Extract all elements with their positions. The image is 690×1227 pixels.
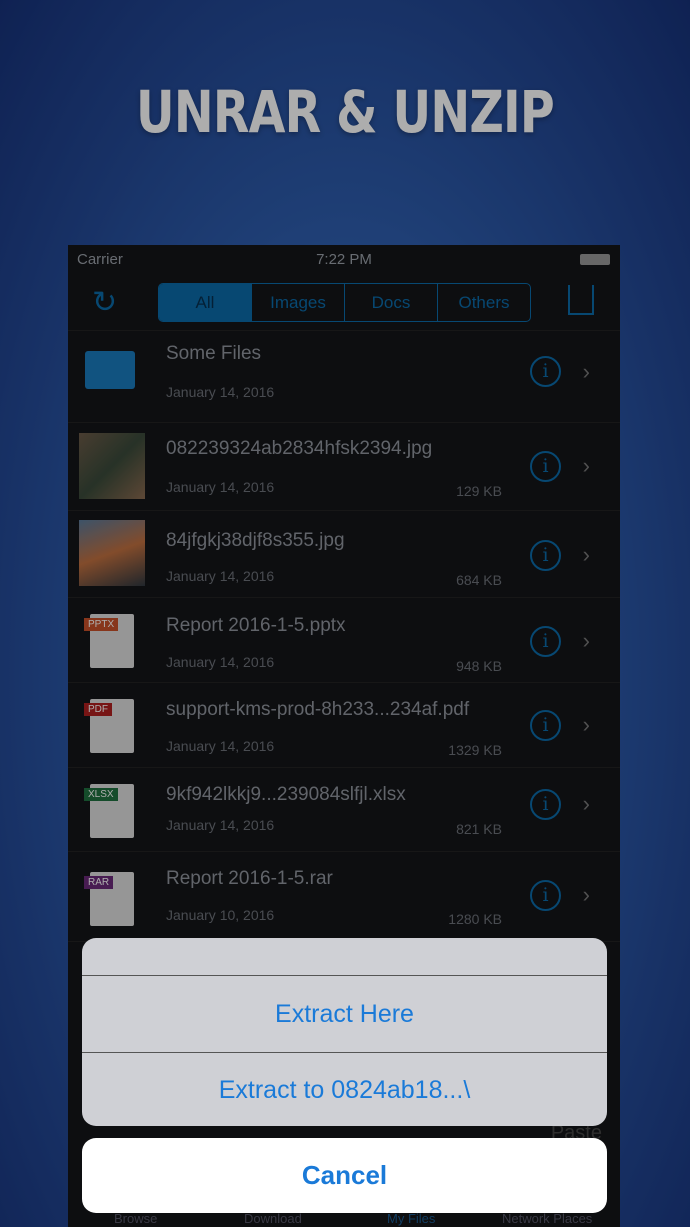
file-size: 948 KB xyxy=(456,658,502,674)
info-icon[interactable]: i xyxy=(530,451,561,482)
info-icon[interactable]: i xyxy=(530,540,561,571)
file-name: Report 2016-1-5.pptx xyxy=(166,615,346,636)
file-name: Report 2016-1-5.rar xyxy=(166,868,333,889)
file-size: 821 KB xyxy=(456,821,502,837)
pptx-file-icon: PPTX xyxy=(84,614,134,668)
refresh-icon[interactable]: ↻ xyxy=(92,285,117,320)
file-name: Some Files xyxy=(166,343,262,364)
tab-all[interactable]: All xyxy=(159,284,251,321)
image-thumbnail xyxy=(79,433,145,499)
chevron-right-icon[interactable]: › xyxy=(583,542,590,568)
tab-others[interactable]: Others xyxy=(437,284,530,321)
chevron-right-icon[interactable]: › xyxy=(583,453,590,479)
tab-images[interactable]: Images xyxy=(251,284,344,321)
tab-browse[interactable]: Browse xyxy=(114,1211,157,1226)
file-row[interactable]: Some Files January 14, 2016 i › xyxy=(68,331,620,423)
share-icon[interactable] xyxy=(568,285,594,315)
file-type-label: PPTX xyxy=(84,618,119,631)
battery-icon xyxy=(580,254,610,265)
xlsx-file-icon: XLSX xyxy=(84,784,134,838)
cancel-button[interactable]: Cancel xyxy=(82,1138,607,1213)
extract-here-button[interactable]: Extract Here xyxy=(82,975,607,1052)
file-type-label: PDF xyxy=(84,703,112,716)
file-type-label: XLSX xyxy=(84,788,118,801)
chevron-right-icon[interactable]: › xyxy=(583,791,590,817)
file-row[interactable]: XLSX 9kf942lkkj9...239084slfjl.xlsx Janu… xyxy=(68,768,620,852)
file-row[interactable]: RAR Report 2016-1-5.rar January 10, 2016… xyxy=(68,852,620,942)
file-row[interactable]: PDF support-kms-prod-8h233...234af.pdf J… xyxy=(68,683,620,768)
file-name: 082239324ab2834hfsk2394.jpg xyxy=(166,438,433,459)
chevron-right-icon[interactable]: › xyxy=(583,712,590,738)
file-row[interactable]: 082239324ab2834hfsk2394.jpg January 14, … xyxy=(68,423,620,511)
file-date: January 14, 2016 xyxy=(166,479,275,495)
file-date: January 14, 2016 xyxy=(166,384,275,400)
pdf-file-icon: PDF xyxy=(84,699,134,753)
info-icon[interactable]: i xyxy=(530,356,561,387)
file-name: 9kf942lkkj9...239084slfjl.xlsx xyxy=(166,784,406,805)
file-size: 1280 KB xyxy=(448,911,502,927)
file-name: support-kms-prod-8h233...234af.pdf xyxy=(166,699,470,720)
tab-my-files[interactable]: My Files xyxy=(387,1211,435,1226)
info-icon[interactable]: i xyxy=(530,789,561,820)
file-row[interactable]: PPTX Report 2016-1-5.pptx January 14, 20… xyxy=(68,598,620,683)
extract-to-button[interactable]: Extract to 0824ab18...\ xyxy=(82,1052,607,1126)
headline: UNRAR & UNZIP xyxy=(136,78,555,146)
nav-bar: ↻ All Images Docs Others xyxy=(68,273,620,331)
rar-file-icon: RAR xyxy=(84,872,134,926)
file-row[interactable]: 84jfgkj38djf8s355.jpg January 14, 2016 6… xyxy=(68,511,620,598)
file-date: January 14, 2016 xyxy=(166,817,275,833)
file-date: January 10, 2016 xyxy=(166,907,275,923)
file-size: 684 KB xyxy=(456,572,502,588)
image-thumbnail xyxy=(79,520,145,586)
file-size: 129 KB xyxy=(456,483,502,499)
file-name: 84jfgkj38djf8s355.jpg xyxy=(166,530,345,551)
tab-download[interactable]: Download xyxy=(244,1211,302,1226)
action-sheet: Extract Here Extract to 0824ab18...\ xyxy=(82,938,607,1126)
info-icon[interactable]: i xyxy=(530,710,561,741)
status-bar: Carrier 7:22 PM xyxy=(68,245,620,273)
folder-icon xyxy=(85,351,135,389)
tab-network-places[interactable]: Network Places xyxy=(502,1211,592,1226)
filter-segmented-control: All Images Docs Others xyxy=(158,283,531,322)
file-size: 1329 KB xyxy=(448,742,502,758)
info-icon[interactable]: i xyxy=(530,880,561,911)
info-icon[interactable]: i xyxy=(530,626,561,657)
file-date: January 14, 2016 xyxy=(166,654,275,670)
chevron-right-icon[interactable]: › xyxy=(583,359,590,385)
tab-docs[interactable]: Docs xyxy=(344,284,437,321)
clock: 7:22 PM xyxy=(316,251,372,268)
file-type-label: RAR xyxy=(84,876,114,889)
file-date: January 14, 2016 xyxy=(166,568,275,584)
chevron-right-icon[interactable]: › xyxy=(583,628,590,654)
chevron-right-icon[interactable]: › xyxy=(583,882,590,908)
file-date: January 14, 2016 xyxy=(166,738,275,754)
